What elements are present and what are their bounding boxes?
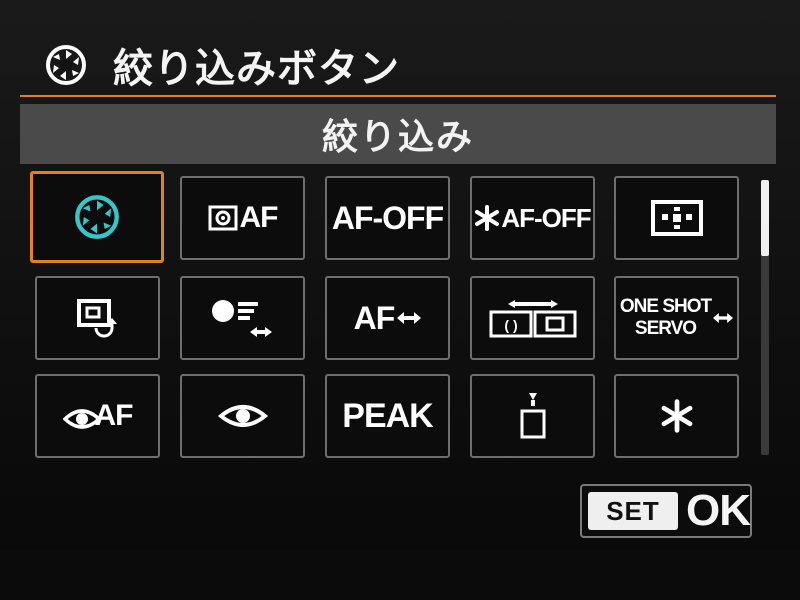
screen-bottom-edge — [0, 550, 800, 600]
scrollbar-thumb[interactable] — [761, 180, 769, 256]
tile-af-area-switch[interactable] — [35, 276, 160, 360]
tile-label: AF-OFF — [501, 202, 591, 233]
tile-af-point[interactable] — [614, 176, 739, 260]
set-ok-button[interactable]: SET OK — [580, 484, 752, 538]
tile-label-line2: SERVO — [634, 318, 697, 339]
tile-registered-af-point[interactable]: ( ) — [470, 276, 595, 360]
tile-peaking[interactable]: PEAK — [325, 374, 450, 458]
ok-label: OK — [686, 486, 751, 535]
asterisk-icon — [475, 205, 500, 231]
tile-eye-detection[interactable] — [180, 374, 305, 458]
tile-aperture[interactable] — [30, 171, 164, 263]
tile-eye-af[interactable]: AF — [35, 374, 160, 458]
tile-label: AF — [353, 299, 396, 336]
tile-label: AF-OFF — [331, 199, 444, 236]
tile-tracking[interactable] — [180, 276, 305, 360]
scrollbar[interactable] — [761, 180, 769, 455]
aperture-icon — [75, 195, 119, 239]
tile-ae-lock[interactable] — [614, 374, 739, 458]
tile-metering-af[interactable]: AF — [180, 176, 305, 260]
page-title: 絞り込みボタン — [113, 46, 400, 92]
tracking-icon — [211, 300, 272, 337]
tile-label: AF — [94, 399, 134, 432]
metering-af-icon: AF — [208, 201, 279, 235]
tile-one-shot-servo[interactable]: ONE SHOT SERVO — [614, 276, 739, 360]
tile-level[interactable] — [470, 374, 595, 458]
tile-label: PEAK — [342, 396, 433, 435]
af-area-switch-icon — [76, 299, 117, 338]
camera-menu-screen: 絞り込みボタン 絞り込み AF AF-OFF AF-OFF AF () ONE… — [0, 0, 800, 600]
set-key-label: SET — [588, 492, 678, 530]
header: 絞り込みボタン — [45, 38, 400, 92]
double-arrow-icon — [713, 313, 734, 323]
tile-ae-lock-af-off[interactable]: AF-OFF — [470, 176, 595, 260]
title-divider — [20, 95, 776, 97]
tile-label-line1: ONE SHOT — [619, 296, 712, 317]
level-icon — [520, 393, 545, 439]
double-arrow-icon — [397, 312, 422, 324]
asterisk-icon — [661, 399, 692, 433]
af-point-icon — [650, 200, 703, 236]
af-switch-frames-icon: ( ) — [489, 300, 576, 338]
eye-icon — [217, 405, 268, 427]
tile-label: AF — [239, 201, 279, 234]
tile-af-switch[interactable]: AF — [325, 276, 450, 360]
svg-text:( ): ( ) — [504, 317, 517, 333]
aperture-icon — [45, 42, 91, 88]
current-setting-label: 絞り込み — [20, 104, 776, 164]
tile-af-off[interactable]: AF-OFF — [325, 176, 450, 260]
